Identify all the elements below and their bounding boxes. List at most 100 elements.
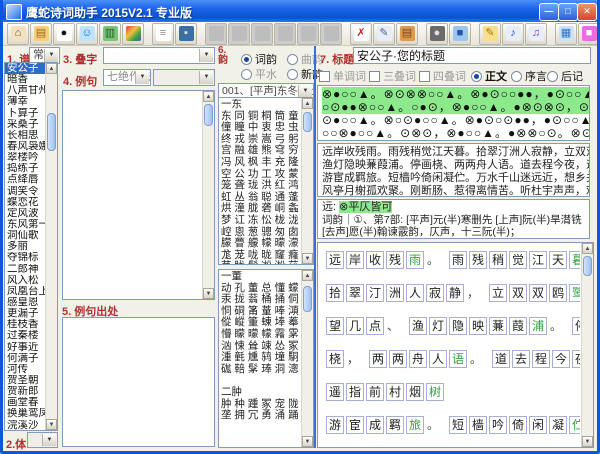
liju-scrollbar[interactable]: ▲ ▼ — [202, 91, 214, 299]
diezi-dropdown[interactable]: ▼ — [103, 47, 215, 64]
char-tile[interactable]: 闲 — [529, 416, 547, 434]
char-tile[interactable]: 道 — [492, 350, 510, 368]
cipai-list-item[interactable]: 贺圣朝 — [5, 375, 46, 386]
scroll-thumb[interactable] — [47, 113, 56, 151]
char-tile-rhyme[interactable]: 浦 — [529, 317, 547, 335]
char-tile[interactable]: 鸥 — [549, 284, 567, 302]
cipai-list-item[interactable]: 洞仙歌 — [5, 230, 46, 241]
char-tile[interactable]: 短 — [449, 416, 467, 434]
char-tile-rhyme[interactable]: 雨 — [406, 251, 424, 269]
checkbox-icon[interactable] — [319, 71, 330, 82]
char-tile[interactable]: 羁 — [386, 416, 404, 434]
char-tile[interactable]: 岸 — [346, 251, 364, 269]
scroll-down-icon[interactable]: ▼ — [203, 288, 214, 299]
scroll-thumb[interactable] — [303, 286, 312, 312]
music-button[interactable]: ♪ — [502, 23, 524, 45]
char-tile-rhyme[interactable]: 树 — [426, 383, 444, 401]
char-tile-rhyme[interactable]: 语 — [449, 350, 467, 368]
scroll-down-icon[interactable]: ▼ — [302, 253, 313, 264]
cipai-list-item[interactable]: 换巢鸾凤 — [5, 408, 46, 419]
radio-pingshui[interactable]: 平水 — [241, 65, 277, 83]
char-tile[interactable]: 两 — [369, 350, 387, 368]
char-tile-rhyme[interactable]: 伫 — [569, 416, 580, 434]
char-tile[interactable]: 天 — [549, 251, 567, 269]
save-button[interactable]: ▪ — [175, 23, 197, 45]
char-tile[interactable]: 映 — [469, 317, 487, 335]
scroll-thumb[interactable] — [583, 256, 592, 276]
char-tile[interactable]: 几 — [346, 317, 364, 335]
cipai-list-item[interactable]: 卜算子 — [5, 108, 46, 119]
cipai-list-item[interactable]: 点绛唇 — [5, 174, 46, 185]
char-tile[interactable]: 稍 — [489, 251, 507, 269]
char-tile[interactable]: 今 — [552, 350, 570, 368]
char-tile[interactable]: 汀 — [366, 284, 384, 302]
chevron-down-icon[interactable]: ▼ — [42, 434, 56, 446]
cipai-list-item[interactable]: 桂枝香 — [5, 319, 46, 330]
picture-button[interactable] — [122, 23, 144, 45]
chevron-down-icon[interactable]: ▼ — [199, 49, 213, 62]
radio-icon[interactable] — [241, 69, 252, 80]
note-edit-button[interactable]: ✎ — [479, 23, 501, 45]
radio-xinyun[interactable]: 新韵 — [287, 65, 323, 83]
cipai-list-item[interactable]: 过秦楼 — [5, 330, 46, 341]
cipai-list-item[interactable]: 更漏子 — [5, 308, 46, 319]
scroll-down-icon[interactable]: ▼ — [302, 436, 313, 447]
chevron-down-icon[interactable]: ▼ — [44, 49, 58, 62]
camera-button[interactable]: ● — [426, 23, 448, 45]
radio-houji[interactable]: 后记 — [547, 67, 583, 85]
minimize-button[interactable]: — — [539, 3, 559, 21]
radio-icon[interactable] — [511, 71, 522, 82]
char-tile[interactable]: 前 — [366, 383, 384, 401]
new-doc-button[interactable]: ≡ — [152, 23, 174, 45]
cipai-list-item[interactable]: 春风袅娜 — [5, 141, 46, 152]
char-tile[interactable]: 寂 — [426, 284, 444, 302]
export-button[interactable]: ■ — [578, 23, 600, 45]
scroll-down-icon[interactable]: ▼ — [582, 436, 593, 447]
char-tile[interactable]: 遥 — [326, 383, 344, 401]
cipai-list-item[interactable]: 捣练子 — [5, 163, 46, 174]
delete-button[interactable]: ✗ — [350, 23, 372, 45]
char-tile[interactable]: 烟 — [406, 383, 424, 401]
char-tile[interactable]: 吟 — [489, 416, 507, 434]
char-tile-rhyme[interactable]: 鹭 — [569, 284, 580, 302]
char-tile[interactable]: 残 — [386, 251, 404, 269]
home-button[interactable]: ⌂ — [7, 23, 29, 45]
char-tile[interactable]: 拾 — [326, 284, 344, 302]
radio-icon[interactable] — [287, 54, 298, 65]
char-tile[interactable]: 樯 — [469, 416, 487, 434]
char-tile[interactable]: 成 — [366, 416, 384, 434]
char-tile[interactable]: 灯 — [429, 317, 447, 335]
char-tile-rhyme[interactable]: 暮 — [569, 251, 580, 269]
cipai-list-item[interactable]: 薄幸 — [5, 96, 46, 107]
scroll-up-icon[interactable]: ▲ — [203, 91, 214, 102]
scroll-up-icon[interactable]: ▲ — [302, 270, 313, 281]
liju-sub-dropdown[interactable]: ▼ — [153, 69, 215, 86]
char-tile[interactable]: 残 — [469, 251, 487, 269]
scroll-up-icon[interactable]: ▲ — [302, 98, 313, 109]
cipai-list-item[interactable]: 画堂春 — [5, 397, 46, 408]
char-tile[interactable]: 葭 — [509, 317, 527, 335]
char-tile[interactable]: 停 — [572, 317, 580, 335]
char-tile[interactable]: 舟 — [409, 350, 427, 368]
char-tile[interactable]: 人 — [406, 284, 424, 302]
cipai-list-item[interactable]: 二郎神 — [5, 264, 46, 275]
cipai-list-item[interactable]: 长相思 — [5, 130, 46, 141]
char-tile[interactable]: 蒹 — [489, 317, 507, 335]
cipai-list-item[interactable]: 采桑子 — [5, 119, 46, 130]
char-tile[interactable]: 人 — [429, 350, 447, 368]
scroll-up-icon[interactable]: ▲ — [582, 243, 593, 254]
chevron-down-icon[interactable]: ▼ — [199, 71, 213, 84]
char-tile[interactable]: 宦 — [346, 416, 364, 434]
char-tile[interactable]: 村 — [386, 383, 404, 401]
cipai-list-item[interactable]: 定风波 — [5, 208, 46, 219]
radio-zhengwen[interactable]: 正文 — [471, 67, 507, 85]
char-tile[interactable]: 觉 — [509, 251, 527, 269]
cipai-list-item[interactable]: 河传 — [5, 364, 46, 375]
cipai-list-item[interactable]: 好事近 — [5, 342, 46, 353]
cipai-list-item[interactable]: 蝶恋花 — [5, 197, 46, 208]
char-tile-rhyme[interactable]: 旅 — [406, 416, 424, 434]
cipai-list-item[interactable]: 东风第一枝 — [5, 219, 46, 230]
checkbox-sidie[interactable]: 四叠词 — [419, 67, 466, 85]
scroll-thumb[interactable] — [204, 104, 213, 126]
rhyme-lower-scrollbar[interactable]: ▲ ▼ — [301, 270, 313, 447]
